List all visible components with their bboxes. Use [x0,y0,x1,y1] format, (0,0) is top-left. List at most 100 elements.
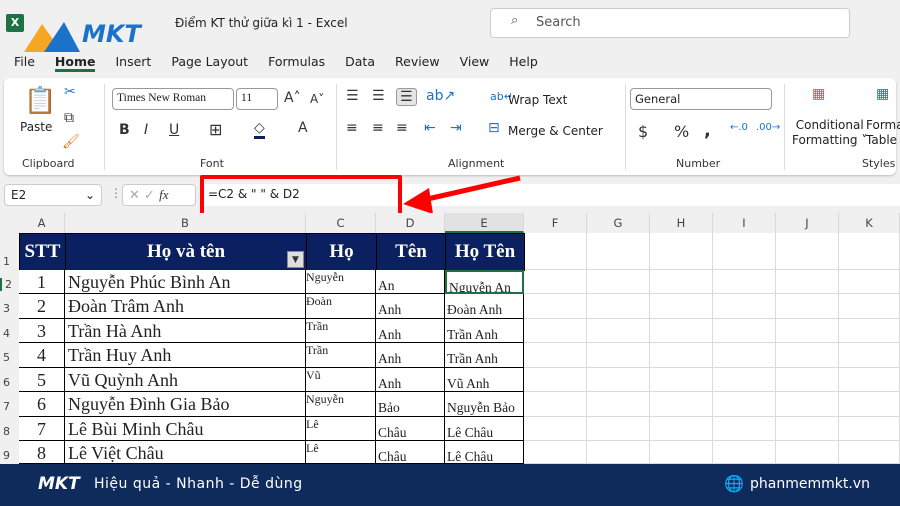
table-header-cell[interactable]: Họ Tên [445,233,525,271]
table-cell[interactable]: Bảo [376,392,445,417]
row-header-9[interactable]: 9 [0,449,19,462]
font-family-select[interactable]: Times New Roman [112,88,234,110]
table-cell[interactable]: 5 [19,368,65,392]
table-cell[interactable]: Nguyễn Bảo [445,392,524,417]
empty-cell[interactable] [650,233,713,270]
column-header-E[interactable]: E [445,213,524,233]
table-cell[interactable]: 3 [19,319,65,343]
empty-cell[interactable] [650,294,713,319]
currency-icon[interactable]: $ [638,122,648,141]
empty-cell[interactable] [776,392,839,417]
merge-center-button[interactable]: Merge & Center [508,124,603,138]
table-cell[interactable]: Đoàn Anh [445,294,524,319]
table-cell[interactable]: Nguyễn An [445,270,524,294]
empty-cell[interactable] [650,441,713,464]
font-size-select[interactable]: 11 [236,88,278,110]
empty-cell[interactable] [713,441,776,464]
table-cell[interactable]: 1 [19,270,65,294]
empty-cell[interactable] [587,270,650,294]
row-header-6[interactable]: 6 [0,376,19,389]
comma-icon[interactable]: , [704,120,711,141]
table-cell[interactable]: Vũ [306,368,376,392]
column-header-A[interactable]: A [19,213,65,233]
tab-view[interactable]: View [460,54,490,72]
empty-cell[interactable] [839,417,900,441]
decrease-indent-icon[interactable]: ⇤ [424,120,436,136]
row-header-7[interactable]: 7 [0,400,19,413]
empty-cell[interactable] [776,441,839,464]
table-header-cell[interactable]: Họ [306,233,377,271]
name-box[interactable]: E2 ⌄ [4,184,102,206]
empty-cell[interactable] [587,392,650,417]
row-header-3[interactable]: 3 [0,302,19,315]
empty-cell[interactable] [650,319,713,343]
align-center-icon[interactable]: ≡ [372,120,384,136]
empty-cell[interactable] [587,441,650,464]
table-cell[interactable]: Nguyễn Đình Gia Bảo [65,392,306,417]
table-cell[interactable]: 7 [19,417,65,441]
row-header-2[interactable]: 2 [0,278,19,291]
align-middle-icon[interactable]: ☰ [372,88,385,104]
insert-function-icon[interactable]: fx [159,187,168,202]
empty-cell[interactable] [839,270,900,294]
table-cell[interactable]: Trần [306,343,376,368]
row-header-4[interactable]: 4 [0,327,19,340]
empty-cell[interactable] [776,368,839,392]
wrap-text-button[interactable]: Wrap Text [508,93,567,107]
tab-page-layout[interactable]: Page Layout [171,54,248,72]
empty-cell[interactable] [713,233,776,270]
empty-cell[interactable] [839,392,900,417]
empty-cell[interactable] [776,294,839,319]
underline-icon[interactable]: U [169,122,179,138]
empty-cell[interactable] [776,319,839,343]
table-cell[interactable]: Anh [376,319,445,343]
footer-website[interactable]: phanmemmkt.vn [750,476,870,492]
tab-home[interactable]: Home [54,54,96,72]
empty-cell[interactable] [524,294,587,319]
orientation-icon[interactable]: ab↗ [426,88,455,104]
table-header-cell[interactable]: STT [19,233,66,271]
empty-cell[interactable] [524,343,587,368]
table-cell[interactable]: Châu [376,417,445,441]
cut-icon[interactable]: ✂ [64,84,76,100]
table-cell[interactable]: Vũ Quỳnh Anh [65,368,306,392]
table-cell[interactable]: Trần Anh [445,343,524,368]
tab-file[interactable]: File [14,54,35,72]
table-cell[interactable]: Anh [376,343,445,368]
paste-button[interactable]: Paste [20,120,52,134]
table-cell[interactable]: Nguyễn [306,392,376,417]
table-cell[interactable]: Lê [306,417,376,441]
copy-icon[interactable]: ⧉ [64,110,74,126]
empty-cell[interactable] [587,233,650,270]
bold-icon[interactable]: B [119,122,130,138]
empty-cell[interactable] [713,294,776,319]
table-cell[interactable]: Đoàn Trâm Anh [65,294,306,319]
format-painter-icon[interactable]: 🖌 [62,134,80,150]
column-header-F[interactable]: F [524,213,587,233]
tab-insert[interactable]: Insert [115,54,151,72]
empty-cell[interactable] [713,343,776,368]
empty-cell[interactable] [524,319,587,343]
empty-cell[interactable] [776,417,839,441]
empty-cell[interactable] [587,343,650,368]
empty-cell[interactable] [713,270,776,294]
empty-cell[interactable] [524,368,587,392]
empty-cell[interactable] [524,270,587,294]
empty-cell[interactable] [524,233,587,270]
table-cell[interactable]: 8 [19,441,65,464]
filter-dropdown-icon[interactable]: ▼ [287,251,304,268]
empty-cell[interactable] [839,343,900,368]
align-right-icon[interactable]: ≡ [396,120,408,136]
tab-help[interactable]: Help [509,54,538,72]
row-header-8[interactable]: 8 [0,425,19,438]
empty-cell[interactable] [524,417,587,441]
empty-cell[interactable] [713,319,776,343]
decrease-font-icon[interactable]: A˅ [310,92,324,106]
italic-icon[interactable]: I [144,122,148,138]
tab-review[interactable]: Review [395,54,440,72]
percent-icon[interactable]: % [674,122,689,141]
empty-cell[interactable] [650,343,713,368]
empty-cell[interactable] [587,319,650,343]
empty-cell[interactable] [587,417,650,441]
column-header-B[interactable]: B [65,213,306,233]
